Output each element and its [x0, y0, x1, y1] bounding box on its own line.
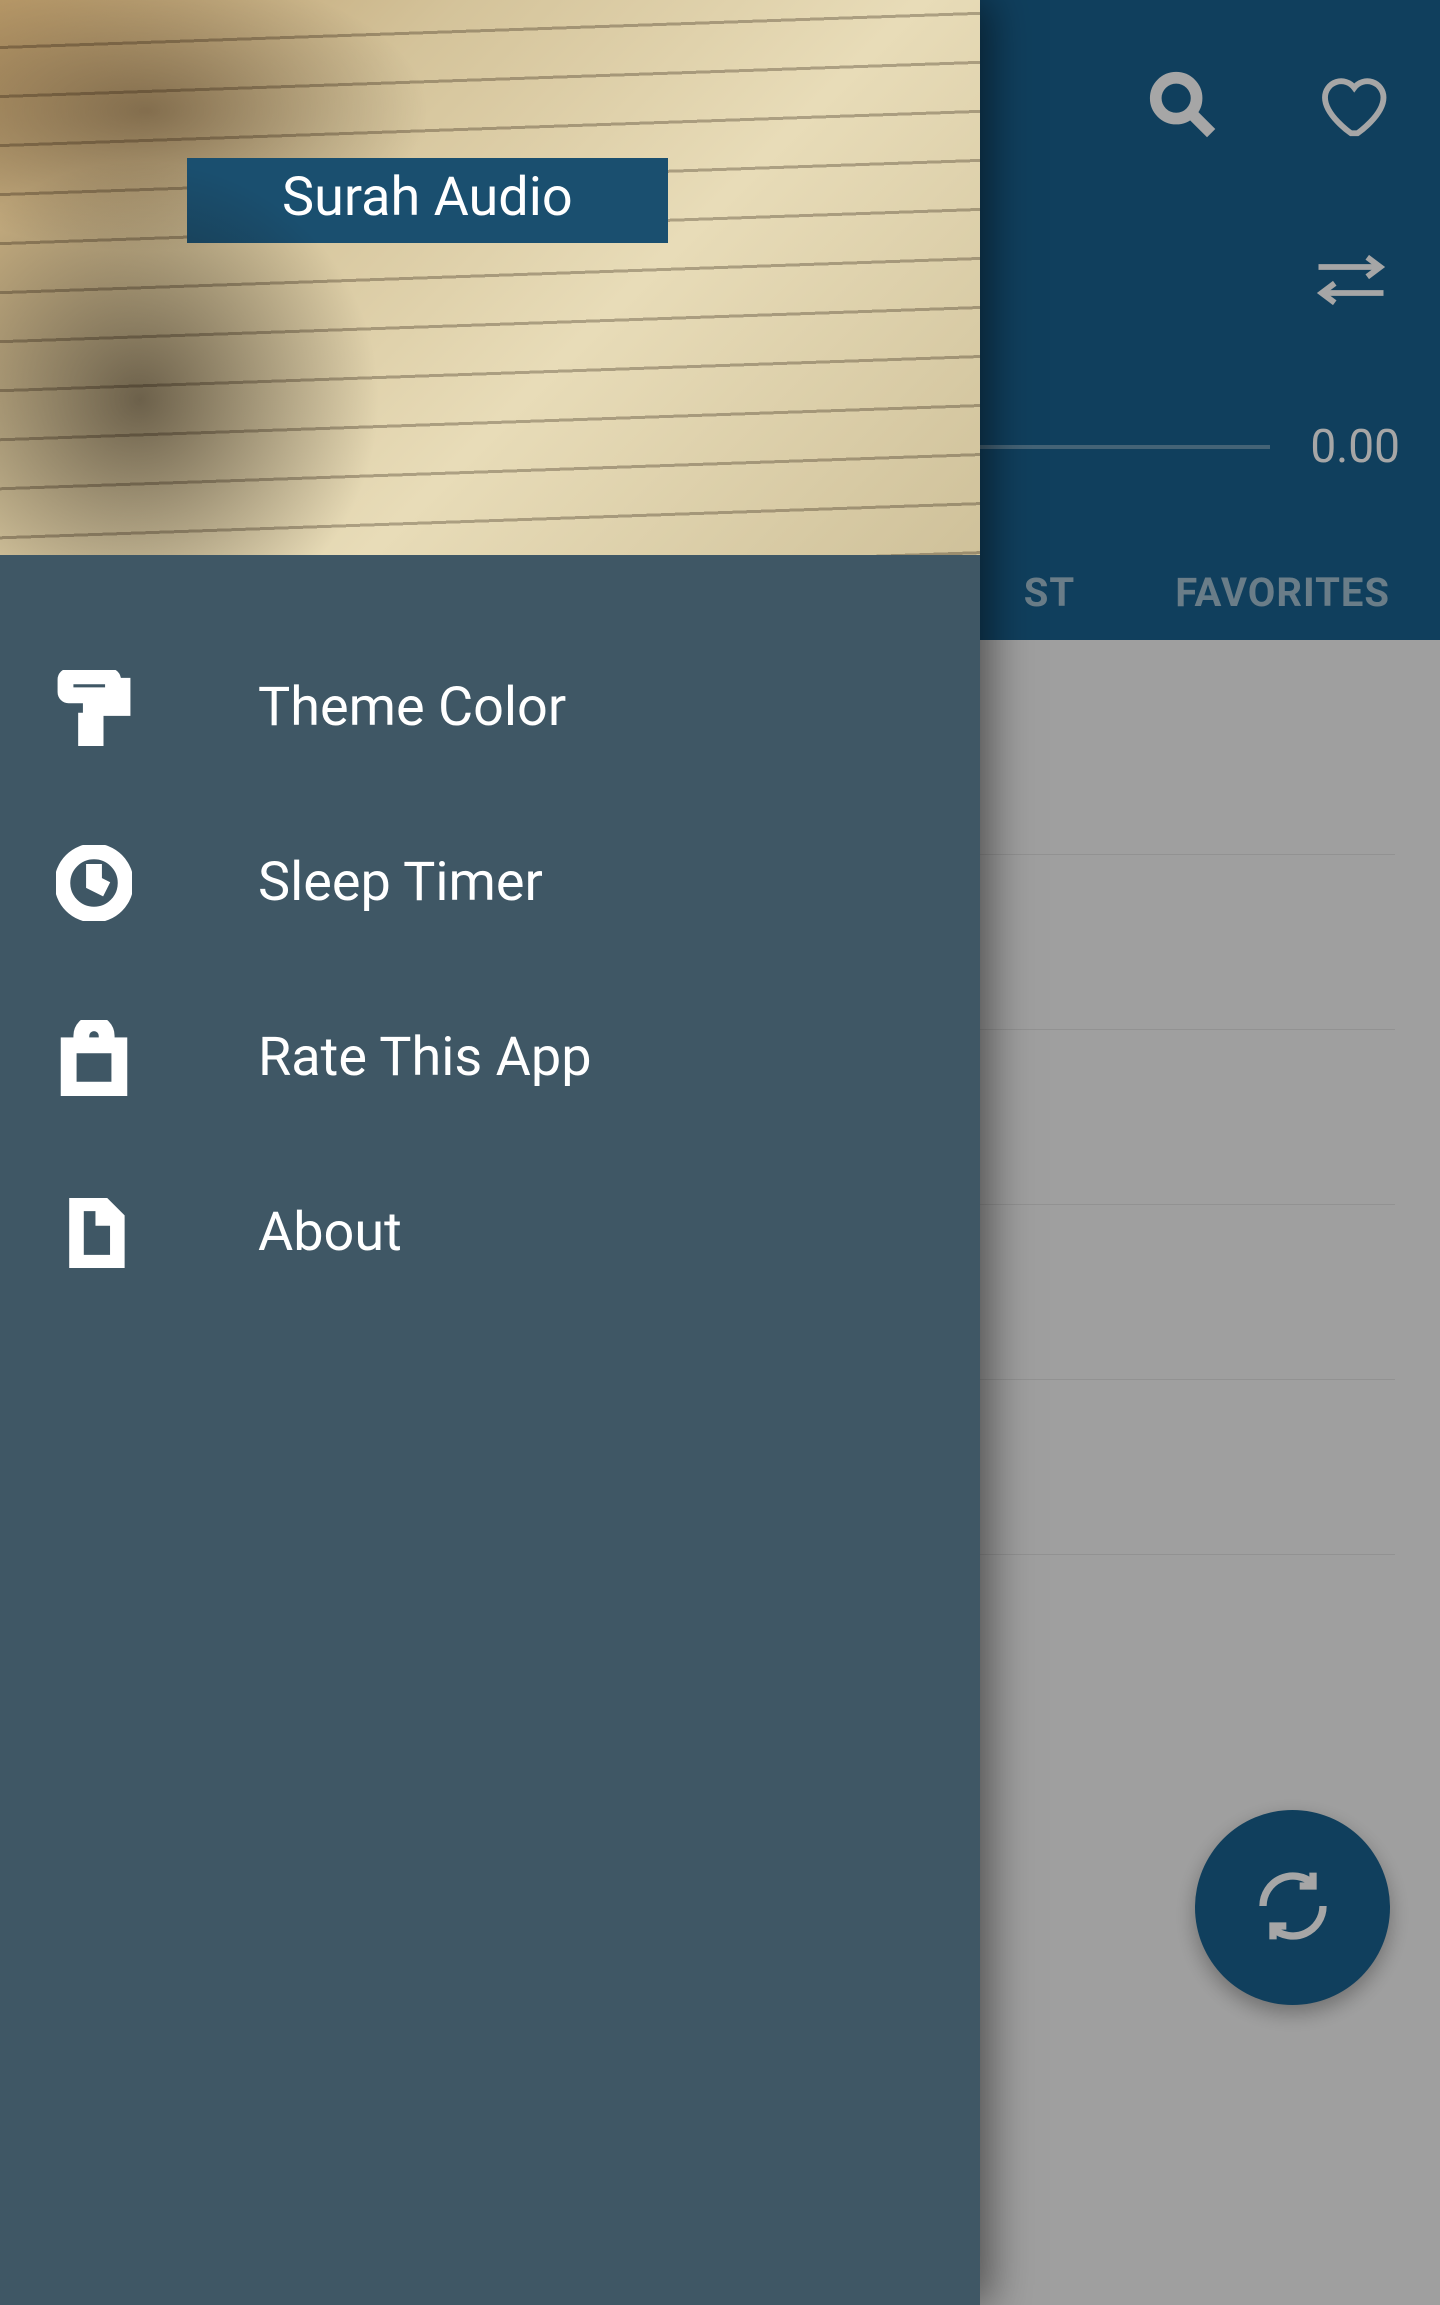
menu-theme-color[interactable]: Theme Color [0, 620, 980, 795]
shopping-bag-icon [55, 1019, 133, 1097]
menu-sleep-timer[interactable]: Sleep Timer [0, 795, 980, 970]
file-icon [55, 1194, 133, 1272]
navigation-drawer: Surah Audio Theme Color Sleep Timer [0, 0, 980, 2305]
menu-label: Rate This App [258, 1026, 592, 1089]
menu-label: Theme Color [258, 676, 566, 739]
clock-icon [55, 844, 133, 922]
paint-roller-icon [55, 669, 133, 747]
menu-rate-app[interactable]: Rate This App [0, 970, 980, 1145]
menu-about[interactable]: About [0, 1145, 980, 1320]
menu-label: Sleep Timer [258, 851, 543, 914]
drawer-header: Surah Audio [0, 0, 980, 555]
app-title: Surah Audio [187, 158, 668, 243]
drawer-menu: Theme Color Sleep Timer Rate This App [0, 555, 980, 1320]
menu-label: About [258, 1201, 402, 1264]
